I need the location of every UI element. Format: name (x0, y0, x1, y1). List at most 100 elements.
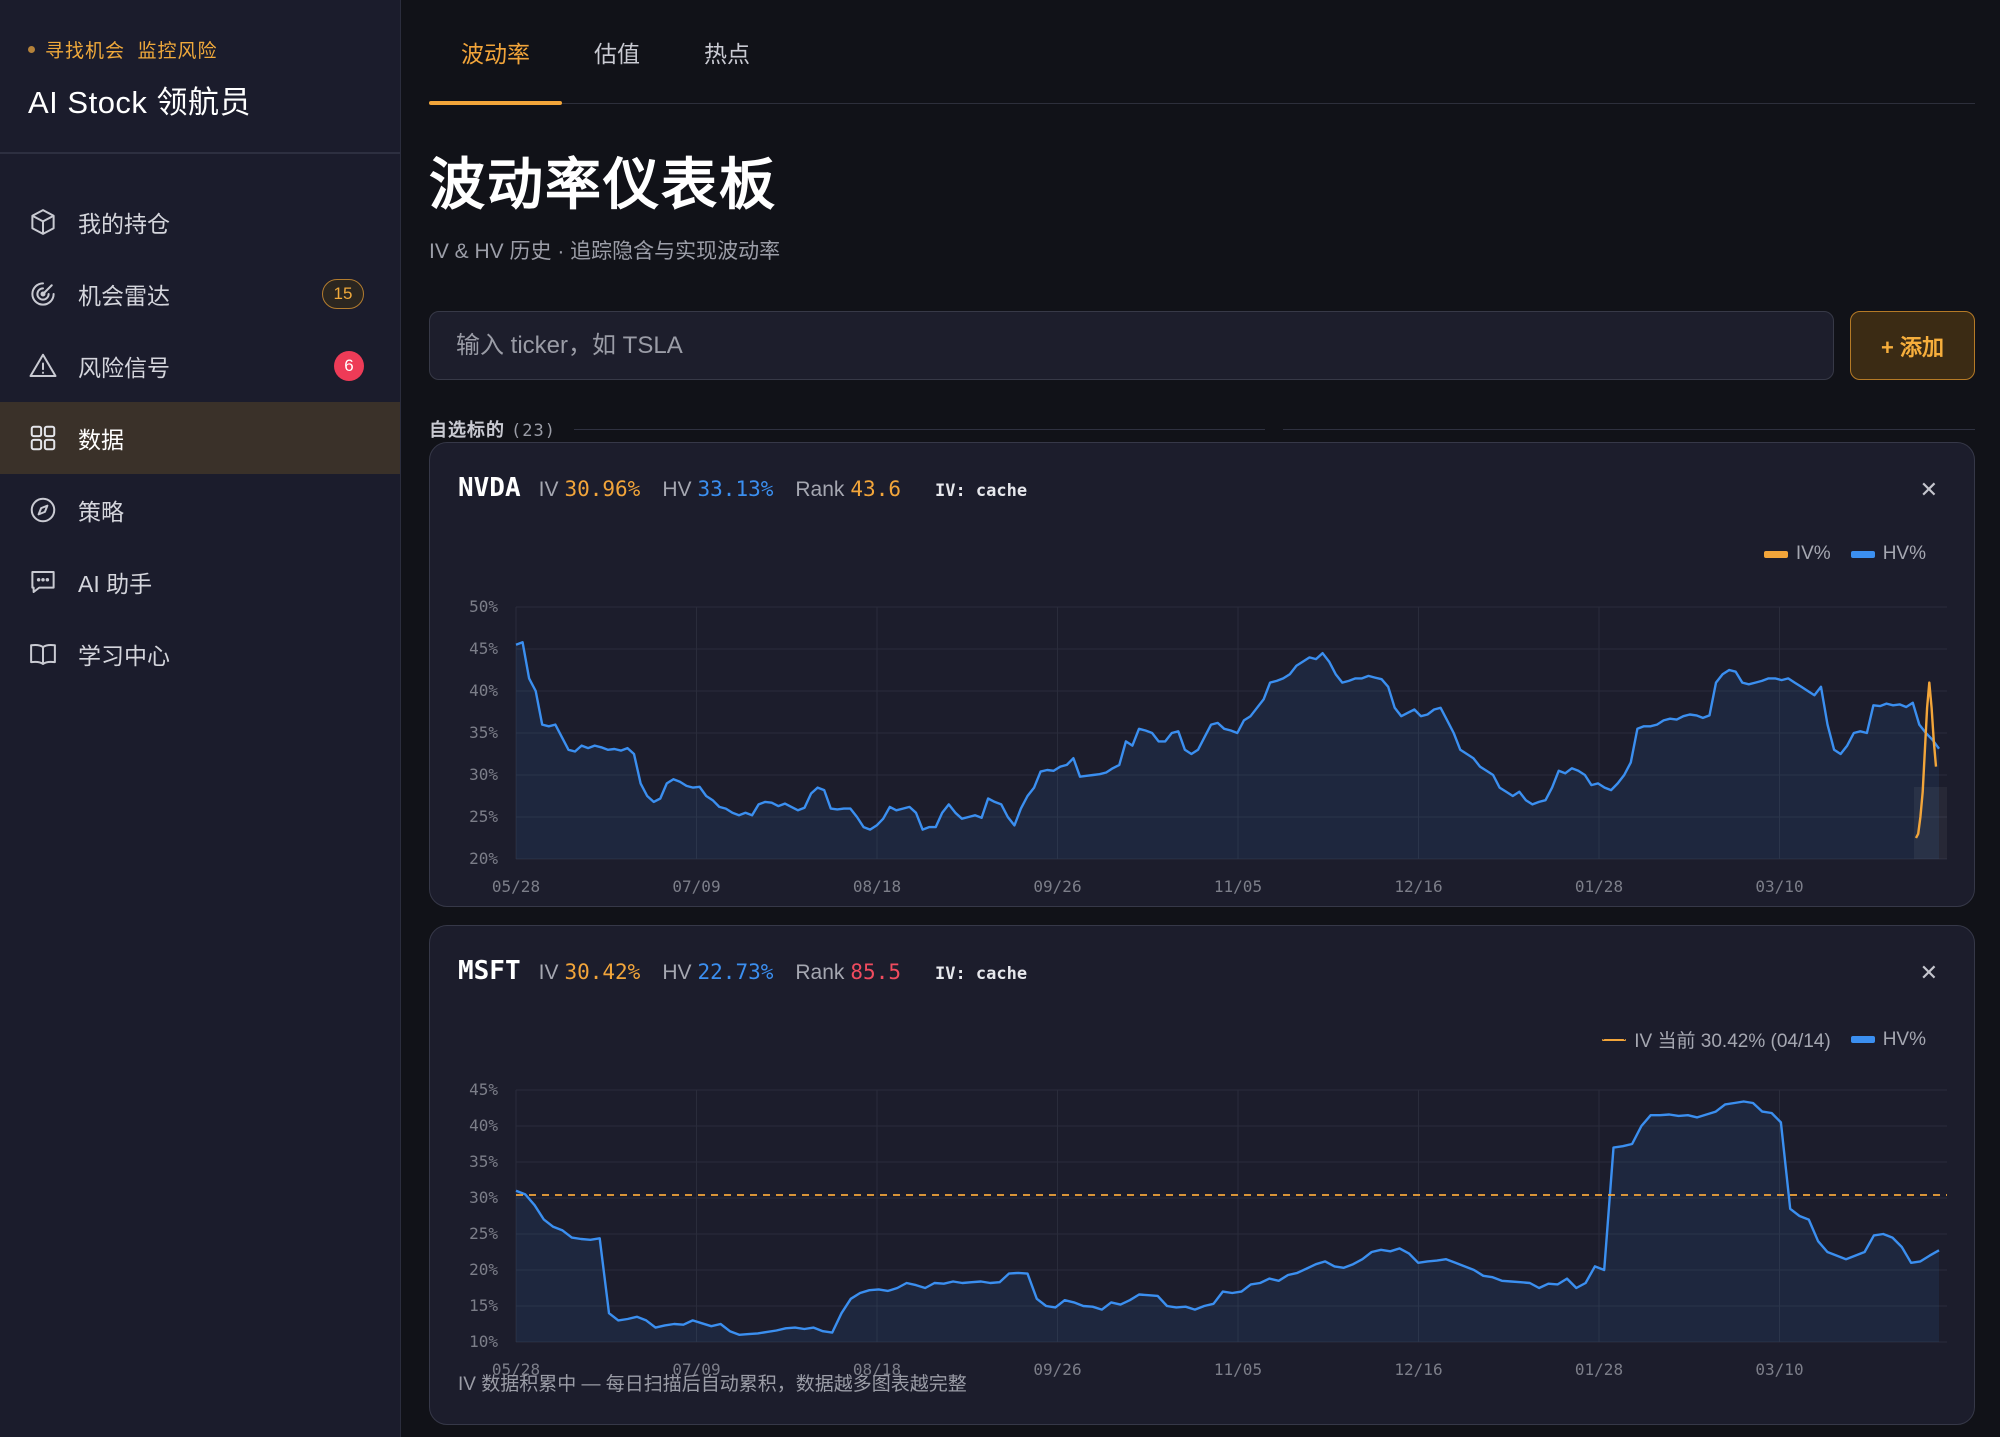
hv-area (516, 642, 1939, 859)
y-tick-label: 20% (469, 1260, 498, 1279)
volatility-card-msft: MSFT IV 30.42% HV 22.73% Rank 85.5 IV: c… (429, 925, 1975, 1425)
x-tick-label: 08/18 (853, 877, 901, 896)
hv-label: HV (662, 961, 692, 984)
section-divider (1283, 428, 1975, 430)
rank-label: Rank (795, 478, 845, 501)
x-tick-label: 09/26 (1033, 877, 1081, 896)
sidebar: 寻找机会 监控风险 AI Stock 领航员 我的持仓 机会雷达 15 风险信号… (0, 0, 401, 1437)
chart-legend: IV% HV% (1763, 543, 1926, 565)
hv-value: 22.73% (697, 960, 774, 984)
tab-volatility[interactable]: 波动率 (429, 0, 562, 105)
sidebar-nav: 我的持仓 机会雷达 15 风险信号 6 数据 策略 AI 助手 学习中心 (0, 186, 400, 690)
sidebar-item-risk-signals[interactable]: 风险信号 6 (0, 330, 400, 402)
page-subtitle: IV & HV 历史 · 追踪隐含与实现波动率 (429, 240, 781, 263)
sidebar-item-ai-assistant[interactable]: AI 助手 (0, 546, 400, 618)
hv-label: HV (662, 478, 692, 501)
close-icon[interactable]: ✕ (1920, 962, 1938, 984)
sidebar-item-label: 学习中心 (78, 643, 170, 669)
tagline: 寻找机会 监控风险 (28, 36, 372, 63)
y-tick-label: 30% (469, 765, 498, 784)
volatility-chart: 20% 25% 30% 35% 40% 45% 50% 05/28 07/09 08/18 09/2… (469, 597, 1947, 896)
sidebar-item-opportunity-radar[interactable]: 机会雷达 15 (0, 258, 400, 330)
ticker-symbol: NVDA (458, 473, 521, 503)
opportunity-count-badge: 15 (322, 279, 364, 309)
iv-label: IV (538, 478, 559, 501)
iv-source: IV: cache (934, 481, 1028, 501)
book-icon (28, 639, 58, 669)
sidebar-item-label: AI 助手 (78, 571, 153, 597)
y-tick-label: 20% (469, 849, 498, 868)
x-tick-label: 11/05 (1214, 877, 1262, 896)
legend-swatch (1763, 550, 1788, 558)
ticker-symbol: MSFT (458, 956, 521, 986)
x-tick-label: 03/10 (1755, 1360, 1803, 1379)
sidebar-item-label: 机会雷达 (78, 283, 170, 309)
watchlist-label: 自选标的 (23) (429, 416, 556, 442)
grid-icon (28, 423, 58, 453)
y-tick-label: 40% (469, 1116, 498, 1135)
iv-source: IV: cache (934, 964, 1028, 984)
close-icon[interactable]: ✕ (1920, 479, 1938, 501)
section-divider (573, 428, 1266, 430)
rank-value: 85.5 (850, 960, 901, 984)
sidebar-item-label: 风险信号 (78, 355, 170, 381)
y-tick-label: 40% (469, 681, 498, 700)
volatility-chart: 10%15%20%25%30%35%40%45%05/28 07/09 08/18 0… (469, 1080, 1947, 1379)
hv-value: 33.13% (697, 477, 774, 501)
app-title: AI Stock 领航员 (28, 85, 252, 120)
compass-icon (28, 495, 58, 525)
tagline-text: 寻找机会 监控风险 (45, 41, 218, 62)
legend-item-iv[interactable]: IV% (1763, 543, 1831, 565)
add-ticker-button[interactable]: + 添加 (1850, 311, 1975, 380)
sidebar-item-strategy[interactable]: 策略 (0, 474, 400, 546)
chat-icon (28, 567, 58, 597)
watchlist-title: 自选标的 (429, 420, 505, 440)
iv-value: 30.96% (564, 477, 641, 501)
sidebar-item-label: 数据 (78, 427, 124, 453)
x-tick-label: 01/28 (1575, 877, 1623, 896)
cube-icon (28, 207, 58, 237)
iv-label: IV (538, 961, 559, 984)
rank-label: Rank (795, 961, 845, 984)
y-tick-label: 10% (469, 1332, 498, 1351)
y-tick-label: 45% (469, 639, 498, 658)
iv-value: 30.42% (564, 960, 641, 984)
y-tick-label: 50% (469, 597, 498, 616)
tab-valuation[interactable]: 估值 (562, 0, 672, 104)
y-tick-label: 25% (469, 1224, 498, 1243)
card-header: MSFT IV 30.42% HV 22.73% Rank 85.5 IV: c… (458, 956, 1027, 986)
risk-count-badge: 6 (334, 351, 364, 381)
brand-block: 寻找机会 监控风险 AI Stock 领航员 (0, 0, 400, 154)
ticker-input[interactable] (429, 311, 1834, 380)
radar-icon (28, 279, 58, 309)
x-tick-label: 05/28 (492, 877, 540, 896)
x-tick-label: 03/10 (1755, 877, 1803, 896)
x-tick-label: 07/09 (672, 877, 720, 896)
x-tick-label: 12/16 (1394, 1360, 1442, 1379)
legend-swatch-dashed (1602, 1038, 1627, 1041)
card-header: NVDA IV 30.96% HV 33.13% Rank 43.6 IV: c… (458, 473, 1027, 503)
legend-item-hv[interactable]: HV% (1850, 543, 1926, 565)
y-tick-label: 30% (469, 1188, 498, 1207)
x-tick-label: 12/16 (1394, 877, 1442, 896)
sidebar-item-holdings[interactable]: 我的持仓 (0, 186, 400, 258)
sidebar-item-data[interactable]: 数据 (0, 402, 400, 474)
sidebar-item-learning-center[interactable]: 学习中心 (0, 618, 400, 690)
legend-label: IV% (1795, 543, 1831, 564)
legend-swatch (1850, 550, 1875, 558)
legend-label: HV% (1882, 543, 1926, 564)
y-tick-label: 45% (469, 1080, 498, 1099)
volatility-card-nvda: NVDA IV 30.96% HV 33.13% Rank 43.6 IV: c… (429, 442, 1975, 907)
tagline-dot (28, 46, 35, 53)
x-tick-label: 11/05 (1214, 1360, 1262, 1379)
legend-swatch (1850, 1036, 1875, 1043)
y-tick-label: 15% (469, 1296, 498, 1315)
rank-value: 43.6 (850, 477, 901, 501)
watchlist-header: 自选标的 (23) (429, 416, 1975, 442)
tab-hotspots[interactable]: 热点 (672, 0, 782, 104)
y-tick-label: 35% (469, 723, 498, 742)
x-tick-label: 09/26 (1033, 1360, 1081, 1379)
y-tick-label: 25% (469, 807, 498, 826)
main-content: 波动率 估值 热点 波动率仪表板 IV & HV 历史 · 追踪隐含与实现波动率… (429, 0, 1975, 1437)
warning-icon (28, 351, 58, 381)
